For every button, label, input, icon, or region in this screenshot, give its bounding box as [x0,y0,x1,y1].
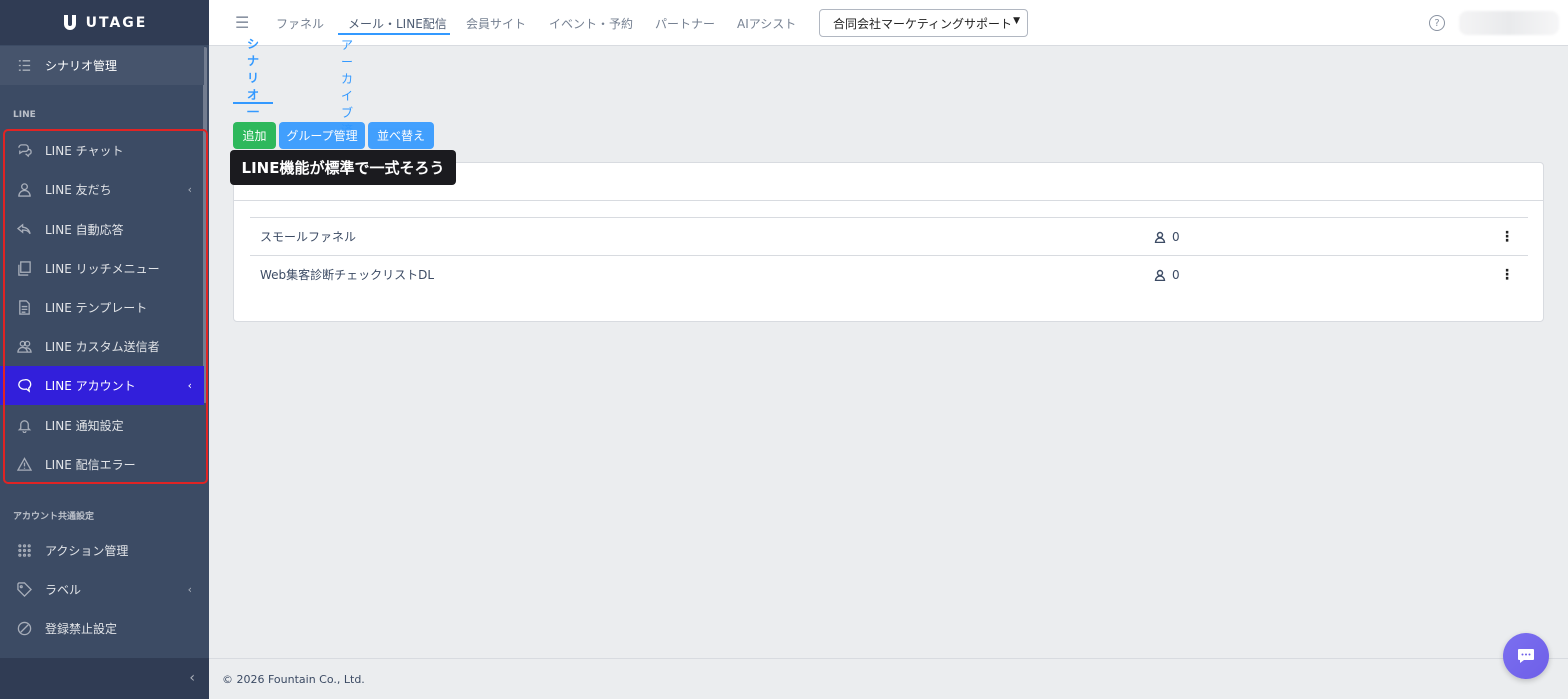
person-icon [15,181,33,199]
company-select-value: 合同会社マーケティングサポート [833,16,1013,31]
tag-icon [15,581,33,599]
scenario-name[interactable]: Web集客診断チェックリストDL [260,266,434,283]
sidebar-item-line-error[interactable]: LINE 配信エラー [0,445,204,484]
section-title-line: LINE [13,110,36,120]
more-options-icon[interactable]: ⋮ [1500,229,1514,245]
nav-funnel[interactable]: ファネル [276,0,324,46]
sidebar-item-label: アクション管理 [45,544,129,558]
tooltip-callout: LINE機能が標準で一式そろう [230,150,456,185]
chevron-left-icon: ‹ [187,583,192,596]
nav-ai-assist[interactable]: AIアシスト [737,0,796,46]
brand-name: UTAGE [85,14,148,31]
sidebar-item-label: LINE 友だち [45,183,112,197]
sidebar: UTAGE シナリオ管理 LINE LINE チャット LINE 友だち ‹ L… [0,0,209,699]
chevron-left-icon: ‹ [187,183,192,196]
chat-icon [15,142,33,160]
nav-event[interactable]: イベント・予約 [549,0,633,46]
sidebar-item-label: LINE アカウント [45,379,136,393]
sidebar-item-label-mgmt[interactable]: ラベル ‹ [0,570,204,609]
scenario-name[interactable]: スモールファネル [260,228,356,245]
sidebar-toggle-icon[interactable]: ‹ [189,670,195,686]
bell-icon [15,417,33,435]
table-row[interactable]: スモールファネル 0 ⋮ [250,217,1528,255]
chevron-left-icon: ‹ [187,379,192,392]
sidebar-item-label: LINE 配信エラー [45,458,136,472]
document-icon [15,299,33,317]
sidebar-item-line-friends[interactable]: LINE 友だち ‹ [0,170,204,209]
section-title-account: アカウント共通設定 [13,512,95,522]
nav-member-site[interactable]: 会員サイト [466,0,526,46]
sidebar-item-action[interactable]: アクション管理 [0,531,204,570]
sidebar-item-label: LINE 自動応答 [45,223,124,237]
sidebar-item-line-richmenu[interactable]: LINE リッチメニュー [0,249,204,288]
sidebar-item-line-chat[interactable]: LINE チャット [0,131,204,170]
chevron-down-icon: ▼ [1013,16,1020,26]
copyright: © 2026 Fountain Co., Ltd. [222,672,365,686]
layers-icon [15,260,33,278]
user-menu[interactable] [1459,11,1559,35]
user-icon [1154,269,1166,281]
reply-icon [15,221,33,239]
count-value: 0 [1172,267,1180,282]
warning-icon [15,456,33,474]
group-manage-button[interactable]: グループ管理 [279,122,365,149]
utage-logo-icon [63,14,76,30]
nav-partner[interactable]: パートナー [655,0,715,46]
sidebar-footer: ‹ [0,658,209,699]
sidebar-item-line-custom-sender[interactable]: LINE カスタム送信者 [0,327,204,366]
ban-icon [15,620,33,638]
active-nav-underline [338,33,450,35]
bubble-icon [15,377,33,395]
company-select[interactable]: 合同会社マーケティングサポート ▼ [819,9,1028,37]
reader-count: 0 [1154,268,1180,282]
header: ☰ ファネル メール・LINE配信 会員サイト イベント・予約 パートナー AI… [209,0,1568,46]
chat-support-button[interactable] [1503,633,1549,679]
tab-archived[interactable]: アーカイブ済 [341,38,353,137]
sidebar-item-ban[interactable]: 登録禁止設定 [0,609,204,648]
sidebar-item-label: LINE テンプレート [45,301,148,315]
scenario-card: スモールファネル 0 ⋮ Web集客診断チェックリストDL 0 ⋮ [233,162,1544,322]
more-options-icon[interactable]: ⋮ [1500,267,1514,283]
add-button[interactable]: 追加 [233,122,276,149]
sidebar-item-line-autoreply[interactable]: LINE 自動応答 [0,210,204,249]
sidebar-item-label: シナリオ管理 [45,59,118,73]
table-row[interactable]: Web集客診断チェックリストDL 0 ⋮ [250,255,1528,293]
sidebar-item-label: LINE カスタム送信者 [45,340,160,354]
sidebar-item-scenario[interactable]: シナリオ管理 [0,46,204,85]
grid-icon [15,542,33,560]
tab-scenario-list[interactable]: シナリオ一覧 [233,37,274,136]
sidebar-item-line-notify[interactable]: LINE 通知設定 [0,406,204,445]
user-icon [1154,231,1166,243]
sidebar-item-label: LINE リッチメニュー [45,262,160,276]
sidebar-item-label: 登録禁止設定 [45,622,118,636]
help-icon[interactable]: ? [1429,15,1445,31]
people-icon [15,338,33,356]
sort-button[interactable]: 並べ替え [368,122,434,149]
reader-count: 0 [1154,230,1180,244]
list-icon [15,57,33,75]
footer: © 2026 Fountain Co., Ltd. [209,658,1568,699]
nav-mail-line[interactable]: メール・LINE配信 [348,0,447,46]
sidebar-item-line-account[interactable]: LINE アカウント ‹ [0,366,204,405]
hamburger-menu-icon[interactable]: ☰ [235,13,249,32]
chat-bubble-icon [1518,649,1534,663]
sidebar-item-line-template[interactable]: LINE テンプレート [0,288,204,327]
sidebar-item-label: LINE 通知設定 [45,419,124,433]
sidebar-item-label: LINE チャット [45,144,124,158]
sidebar-item-label: ラベル [45,583,82,597]
count-value: 0 [1172,229,1180,244]
brand[interactable]: UTAGE [0,0,209,45]
